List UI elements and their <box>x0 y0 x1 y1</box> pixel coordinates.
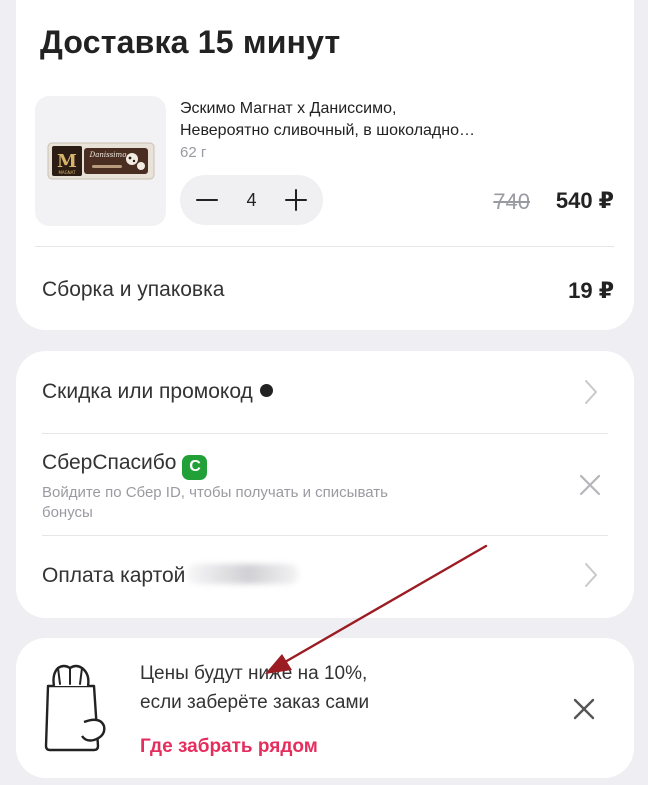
divider <box>35 246 614 247</box>
thumb-caption: Danissimo <box>88 151 126 159</box>
promo-row[interactable]: Скидка или промокод <box>16 351 634 433</box>
sberspasibo-subtitle-line1: Войдите по Сбер ID, чтобы получать и спи… <box>42 484 388 501</box>
pickup-line1: Цены будут ниже на 10%, <box>140 663 368 684</box>
chevron-right-icon <box>585 563 597 587</box>
sberspasibo-subtitle-line2: бонусы <box>42 504 93 521</box>
pickup-discount-text: Цены будут ниже на 10%, если заберёте за… <box>140 659 369 717</box>
decrease-button[interactable] <box>194 187 220 213</box>
card-label-wrap: Оплата картой <box>42 564 300 588</box>
quantity-stepper: 4 <box>180 175 323 225</box>
delivery-title: Доставка 15 минут <box>40 24 341 60</box>
sberspasibo-logo-icon: С <box>182 454 208 480</box>
minus-icon <box>196 199 218 201</box>
product-name-line2: Невероятно сливочный, в шоколадно… <box>180 122 475 139</box>
product-weight: 62 г <box>180 144 207 161</box>
increase-button[interactable] <box>283 187 309 213</box>
plus-icon <box>284 189 307 211</box>
promo-label-wrap: Скидка или промокод <box>42 380 273 404</box>
sberspasibo-row[interactable]: СберСпасибо С Войдите по Сбер ID, чтобы п… <box>16 434 634 535</box>
paper-bag-icon <box>44 664 106 752</box>
sberspasibo-subtitle: Войдите по Сбер ID, чтобы получать и спи… <box>42 483 522 523</box>
product-name-line1: Эскимо Магнат х Даниссимо, <box>180 100 397 117</box>
chevron-right-icon <box>585 380 597 404</box>
quantity-value: 4 <box>246 189 257 210</box>
thumb-brand: M <box>57 151 77 172</box>
payment-options-card: Скидка или промокод СберСпасибо С Войдите… <box>16 351 634 618</box>
assembly-label: Сборка и упаковка <box>42 278 225 301</box>
assembly-price: 19 ₽ <box>568 278 614 303</box>
product-name[interactable]: Эскимо Магнат х Даниссимо, Невероятно сл… <box>180 98 560 142</box>
delivery-card: Доставка 15 минут M MAGNAT Danissimo Эск… <box>16 0 634 330</box>
pickup-promo-card: Цены будут ниже на 10%, если заберёте за… <box>16 638 634 778</box>
product-image[interactable]: M MAGNAT Danissimo <box>35 96 166 226</box>
close-icon[interactable] <box>578 473 602 497</box>
thumb-brand-label: MAGNAT <box>58 170 76 175</box>
sber-label-wrap: СберСпасибо С <box>42 451 208 480</box>
indicator-dot-icon <box>259 384 273 397</box>
product-price: 540 ₽ <box>555 188 614 213</box>
masked-card-number <box>187 564 300 584</box>
pickup-nearby-link[interactable]: Где забрать рядом <box>140 736 318 758</box>
old-price: 740 <box>493 189 530 214</box>
card-payment-row[interactable]: Оплата картой <box>16 536 634 618</box>
pickup-line2: если заберёте заказ сами <box>140 692 370 713</box>
close-icon[interactable] <box>572 697 596 721</box>
card-payment-label: Оплата картой <box>42 564 186 587</box>
sberspasibo-label: СберСпасибо <box>42 451 177 474</box>
promo-label: Скидка или промокод <box>42 380 253 403</box>
ice-cream-bar-icon: M MAGNAT Danissimo <box>47 142 154 180</box>
